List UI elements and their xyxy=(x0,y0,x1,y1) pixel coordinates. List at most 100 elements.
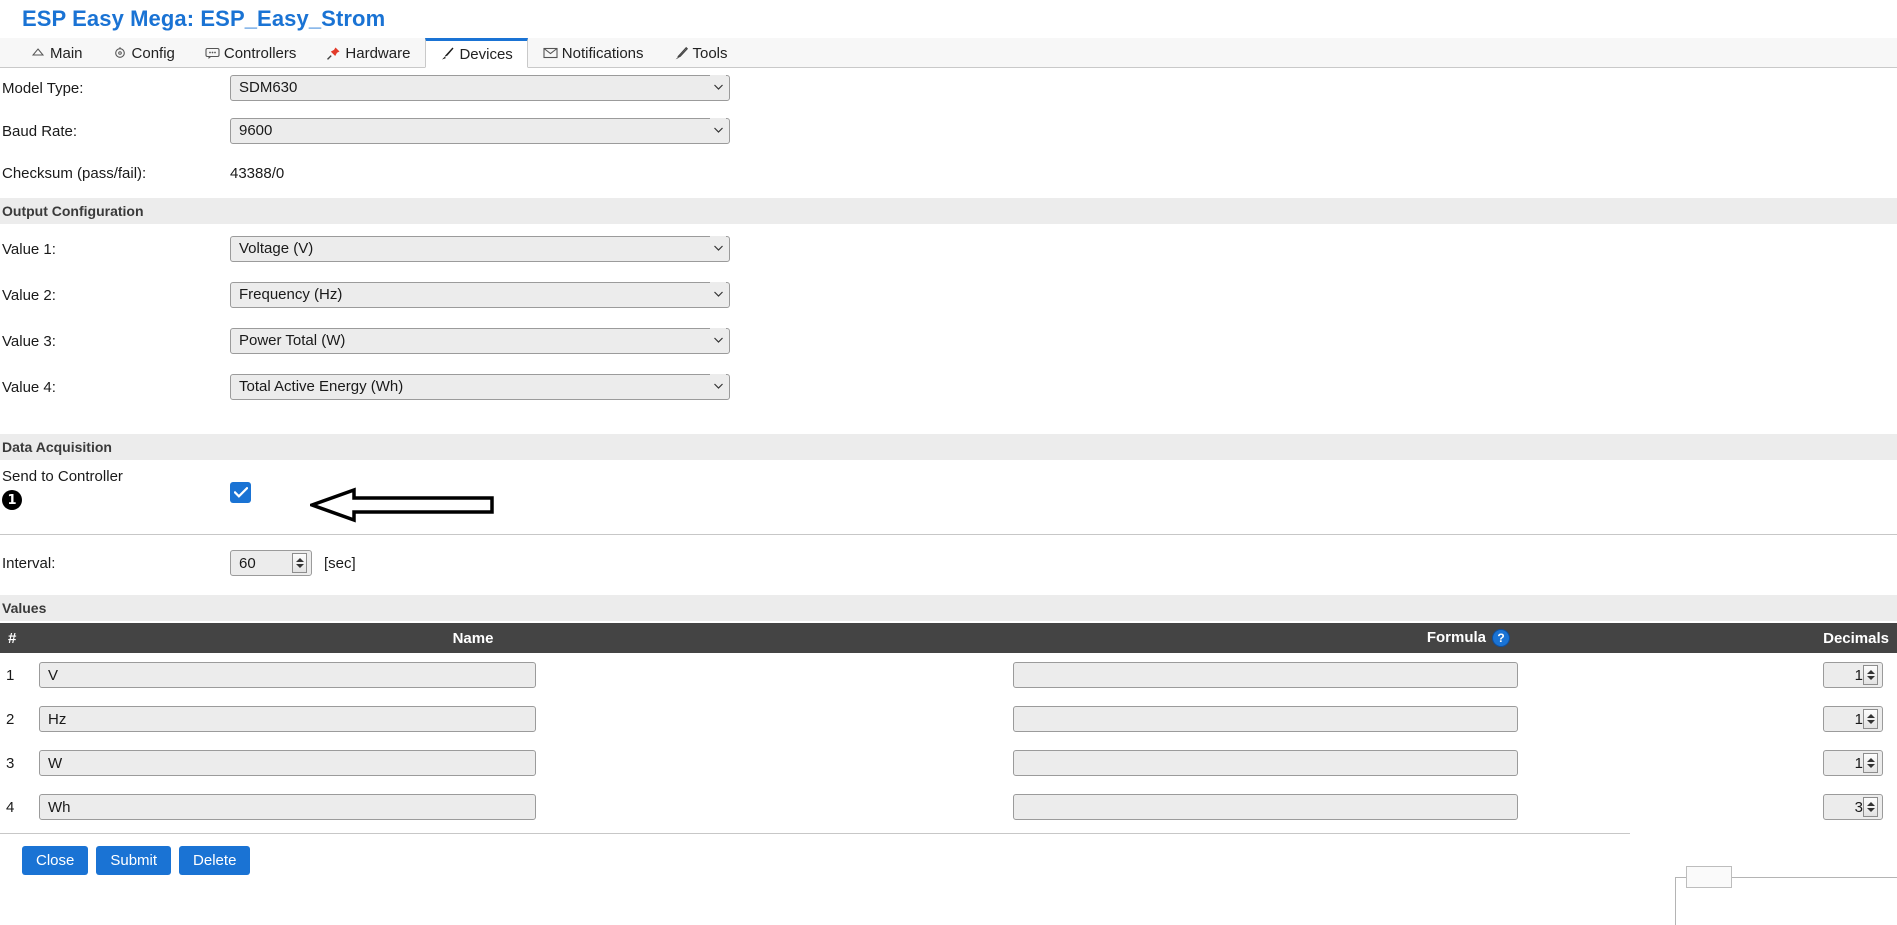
wrench-icon xyxy=(674,46,690,62)
row-1-formula-cell xyxy=(908,653,1518,697)
device-config-form: Model Type: SDM630 Baud Rate: 9600 Check… xyxy=(0,68,1897,875)
tab-controllers-label: Controllers xyxy=(223,45,297,62)
row-4-formula-input[interactable] xyxy=(1013,794,1518,820)
tab-main-label: Main xyxy=(50,45,83,62)
interval-stepper[interactable]: 60 xyxy=(230,550,312,576)
row-3-name-cell xyxy=(38,741,908,785)
row-2-formula-cell xyxy=(908,697,1518,741)
row-2-formula-input[interactable] xyxy=(1013,706,1518,732)
row-2-name-input[interactable] xyxy=(39,706,536,732)
send-to-controller-checkbox[interactable] xyxy=(230,482,251,503)
row-4-decimals-cell: 3 xyxy=(1518,785,1897,829)
row-1-decimals-stepper-buttons[interactable] xyxy=(1863,665,1878,685)
row-3-num: 3 xyxy=(6,754,15,772)
stepper-down-icon[interactable] xyxy=(1866,676,1875,680)
help-icon[interactable]: ? xyxy=(1492,629,1510,648)
row-1-name-cell xyxy=(38,653,908,697)
value-1-select[interactable]: Voltage (V) xyxy=(230,236,730,262)
checksum-value: 43388/0 xyxy=(230,164,285,182)
submit-button[interactable]: Submit xyxy=(96,846,172,875)
table-row: 4 3 xyxy=(0,785,1897,829)
checksum-label: Checksum (pass/fail): xyxy=(2,164,147,182)
row-value-2: Value 2: Frequency (Hz) xyxy=(0,272,1897,318)
model-type-select[interactable]: SDM630 xyxy=(230,75,730,101)
interval-label: Interval: xyxy=(2,554,56,572)
stepper-up-icon[interactable] xyxy=(1866,802,1875,806)
delete-button[interactable]: Delete xyxy=(179,846,251,875)
interval-stepper-buttons[interactable] xyxy=(292,553,307,573)
row-4-decimals-stepper[interactable]: 3 xyxy=(1823,794,1883,820)
tab-main[interactable]: Main xyxy=(16,38,98,68)
device-settings-page: ESP Easy Mega: ESP_Easy_Strom Main Confi… xyxy=(0,0,1897,925)
row-4-decimals-stepper-buttons[interactable] xyxy=(1863,797,1878,817)
tab-notifications-label: Notifications xyxy=(561,45,644,62)
stepper-up-icon[interactable] xyxy=(1866,758,1875,762)
value-4-select[interactable]: Total Active Energy (Wh) xyxy=(230,374,730,400)
table-row: 3 1 xyxy=(0,741,1897,785)
row-4-name-input[interactable] xyxy=(39,794,536,820)
plug-icon xyxy=(440,46,456,62)
interval-unit: [sec] xyxy=(324,554,356,572)
row-4-formula-cell xyxy=(908,785,1518,829)
tab-config[interactable]: Config xyxy=(98,38,190,68)
stepper-down-icon[interactable] xyxy=(295,564,304,568)
envelope-icon xyxy=(543,46,559,62)
col-header-formula-label: Formula xyxy=(1426,628,1486,646)
value-4-control: Total Active Energy (Wh) xyxy=(230,374,730,400)
row-2-decimals-stepper[interactable]: 1 xyxy=(1823,706,1883,732)
row-3-decimals-stepper[interactable]: 1 xyxy=(1823,750,1883,776)
stepper-up-icon[interactable] xyxy=(1866,670,1875,674)
value-2-label: Value 2: xyxy=(2,286,56,304)
row-4-name-cell xyxy=(38,785,908,829)
stepper-down-icon[interactable] xyxy=(1866,764,1875,768)
row-2-name-cell xyxy=(38,697,908,741)
table-row: 1 1 xyxy=(0,653,1897,697)
section-data-acquisition: Data Acquisition xyxy=(0,434,1897,460)
footer-button-bar: Close Submit Delete xyxy=(0,834,1897,875)
col-header-decimals: Decimals xyxy=(1518,623,1897,653)
stepper-up-icon[interactable] xyxy=(1866,714,1875,718)
stepper-down-icon[interactable] xyxy=(1866,808,1875,812)
cut-off-overlay-field xyxy=(1686,866,1732,888)
value-3-select[interactable]: Power Total (W) xyxy=(230,328,730,354)
row-1-name-input[interactable] xyxy=(39,662,536,688)
col-header-num: # xyxy=(0,623,38,653)
row-3-formula-input[interactable] xyxy=(1013,750,1518,776)
model-type-control: SDM630 xyxy=(230,75,730,101)
row-send-to-controller: Send to Controller 1 xyxy=(0,462,1897,524)
tab-tools[interactable]: Tools xyxy=(659,38,743,68)
baud-rate-select[interactable]: 9600 xyxy=(230,118,730,144)
row-3-formula-cell xyxy=(908,741,1518,785)
row-1-formula-input[interactable] xyxy=(1013,662,1518,688)
row-model-type: Model Type: SDM630 xyxy=(0,68,1897,108)
baud-rate-control: 9600 xyxy=(230,118,730,144)
section-values: Values xyxy=(0,595,1897,621)
section-output-configuration-title: Output Configuration xyxy=(2,203,144,219)
home-icon xyxy=(31,46,47,62)
row-interval: Interval: 60 [sec] xyxy=(0,535,1897,591)
row-value-4: Value 4: Total Active Energy (Wh) xyxy=(0,364,1897,410)
pin-icon xyxy=(326,46,342,62)
tab-tools-label: Tools xyxy=(692,45,728,62)
value-3-control: Power Total (W) xyxy=(230,328,730,354)
value-4-label: Value 4: xyxy=(2,378,56,396)
close-button[interactable]: Close xyxy=(22,846,89,875)
section-output-configuration: Output Configuration xyxy=(0,198,1897,224)
tab-notifications[interactable]: Notifications xyxy=(528,38,659,68)
row-3-name-input[interactable] xyxy=(39,750,536,776)
row-2-decimals-cell: 1 xyxy=(1518,697,1897,741)
tab-devices[interactable]: Devices xyxy=(425,38,528,68)
stepper-up-icon[interactable] xyxy=(295,558,304,562)
tab-controllers[interactable]: Controllers xyxy=(190,38,312,68)
interval-value: 60 xyxy=(239,554,256,572)
stepper-down-icon[interactable] xyxy=(1866,720,1875,724)
value-2-select[interactable]: Frequency (Hz) xyxy=(230,282,730,308)
row-2-decimals-stepper-buttons[interactable] xyxy=(1863,709,1878,729)
row-3-decimals-stepper-buttons[interactable] xyxy=(1863,753,1878,773)
row-1-decimals-stepper[interactable]: 1 xyxy=(1823,662,1883,688)
page-title: ESP Easy Mega: ESP_Easy_Strom xyxy=(22,6,386,31)
value-2-control: Frequency (Hz) xyxy=(230,282,730,308)
interval-control: 60 [sec] xyxy=(230,550,356,576)
row-4-decimals-value: 3 xyxy=(1854,798,1863,816)
tab-hardware[interactable]: Hardware xyxy=(311,38,425,68)
